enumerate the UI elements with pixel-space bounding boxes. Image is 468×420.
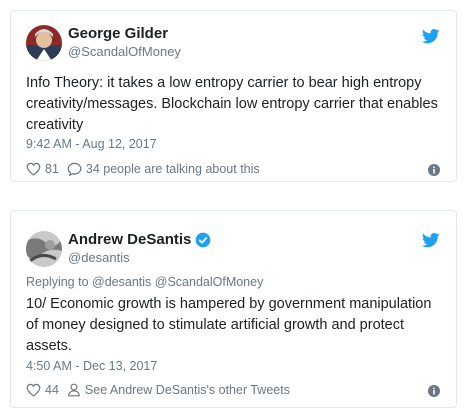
tweet-actions: 44 See Andrew DeSantis's other Tweets [26,383,298,397]
info-icon[interactable] [428,385,440,397]
tweet-text: 10/ Economic growth is hampered by gover… [26,296,432,354]
tweet-text: Info Theory: it takes a low entropy carr… [26,75,438,133]
replying-to: Replying to @desantis @ScandalOfMoney [26,275,263,289]
info-icon[interactable] [428,164,440,176]
like-count: 44 [45,383,59,397]
other-tweets-link[interactable]: See Andrew DeSantis's other Tweets [67,383,290,397]
author-name[interactable]: George Gilder [68,25,168,42]
avatar[interactable] [26,25,62,61]
other-tweets-text: See Andrew DeSantis's other Tweets [84,383,290,397]
tweet-card-desantis[interactable]: Andrew DeSantis @desantis Replying to @d… [10,210,457,408]
heart-icon [26,162,41,176]
like-count: 81 [45,162,59,176]
like-button[interactable]: 81 [26,162,59,176]
twitter-bird-icon[interactable] [422,29,440,44]
author-name-text[interactable]: Andrew DeSantis [68,231,191,248]
author-name-text[interactable]: George Gilder [68,25,168,42]
tweet-timestamp[interactable]: 4:50 AM - Dec 13, 2017 [26,359,157,373]
conversation-link[interactable]: 34 people are talking about this [67,162,260,176]
twitter-bird-icon[interactable] [422,233,440,248]
like-button[interactable]: 44 [26,383,59,397]
avatar[interactable] [26,231,62,267]
tweet-card-gilder[interactable]: George Gilder @ScandalOfMoney Info Theor… [10,10,457,182]
reply-mention-link[interactable]: @ScandalOfMoney [155,275,264,289]
tweet-timestamp[interactable]: 9:42 AM - Aug 12, 2017 [26,137,157,151]
reply-mention-link[interactable]: @desantis [92,275,151,289]
tweet-actions: 81 34 people are talking about this [26,162,268,176]
person-icon [68,383,80,397]
author-name[interactable]: Andrew DeSantis [68,231,211,248]
author-handle[interactable]: @ScandalOfMoney [68,44,181,59]
author-handle[interactable]: @desantis [68,250,130,265]
talking-count: 34 people are talking about this [85,162,260,176]
heart-icon [26,383,41,397]
verified-badge-icon [196,232,211,247]
comment-icon [67,162,82,176]
reply-prefix: Replying to [26,275,89,289]
